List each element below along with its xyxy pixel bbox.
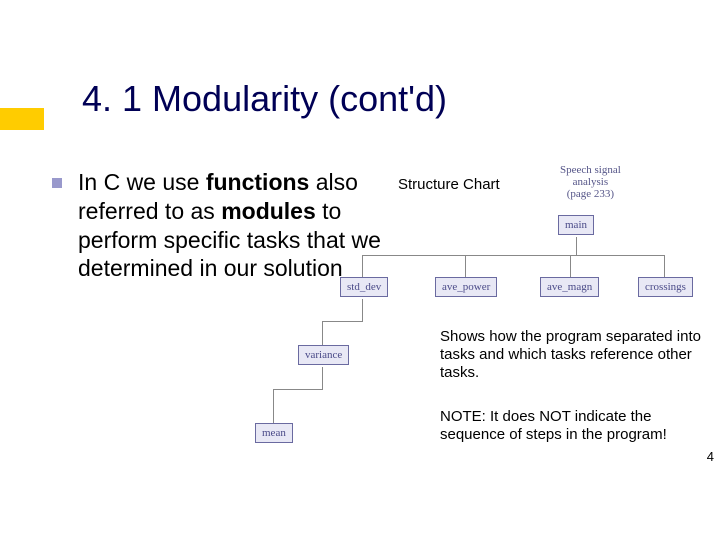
body-p1: In C we use [78, 169, 206, 195]
node-ave-power: ave_power [435, 277, 497, 297]
page-number: 4 [707, 449, 714, 464]
slide-title: 4. 1 Modularity (cont'd) [82, 78, 447, 120]
node-mean: mean [255, 423, 293, 443]
note-text: NOTE: It does NOT indicate the sequence … [440, 408, 716, 444]
node-crossings: crossings [638, 277, 693, 297]
node-variance: variance [298, 345, 349, 365]
node-ave-magn: ave_magn [540, 277, 599, 297]
bullet-icon [52, 178, 62, 188]
node-std-dev: std_dev [340, 277, 388, 297]
shows-text: Shows how the program separated into tas… [440, 328, 716, 382]
accent-bar [0, 108, 44, 130]
node-main: main [558, 215, 594, 235]
